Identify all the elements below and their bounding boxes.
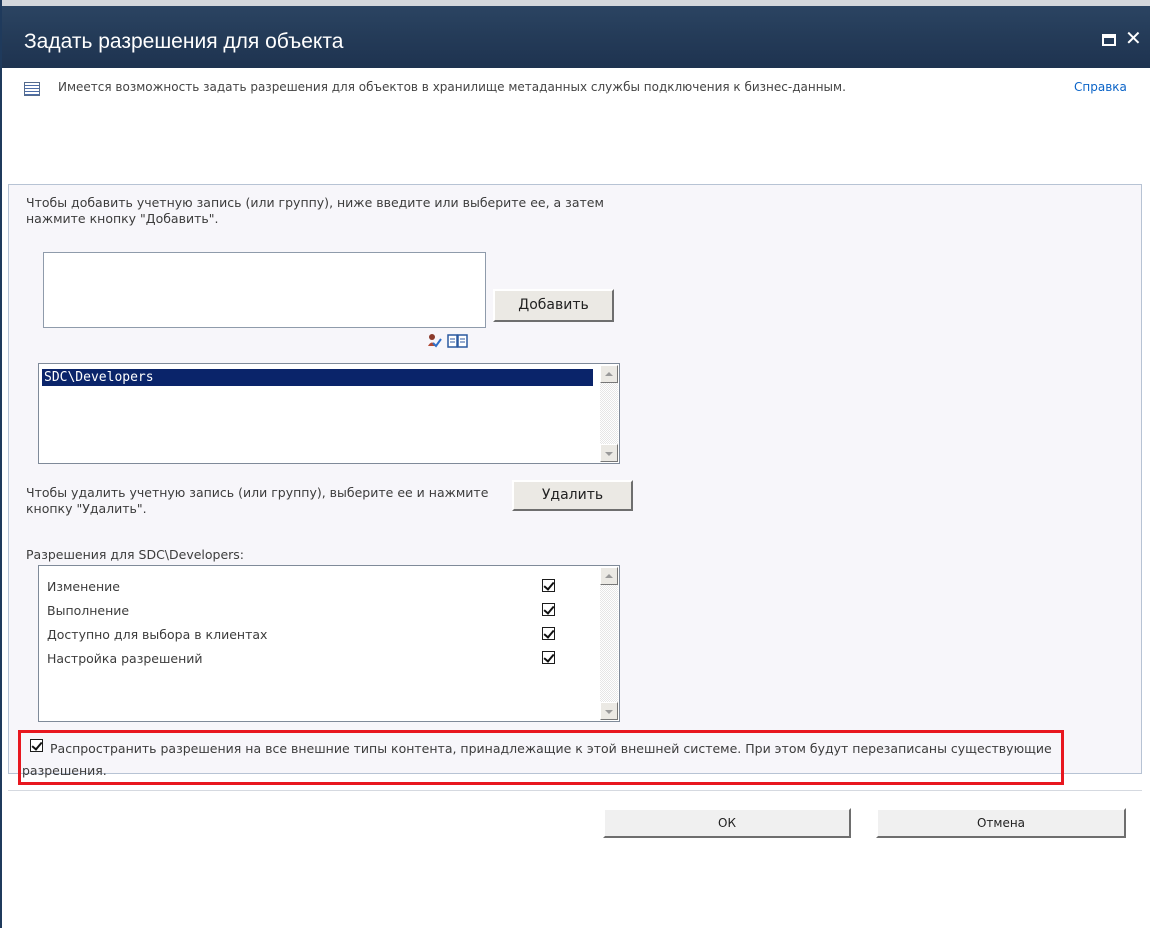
remove-button[interactable]: Удалить (512, 480, 633, 511)
permissions-heading: Разрешения для SDC\Developers: (26, 547, 245, 562)
permission-label: Изменение (47, 579, 120, 594)
maximize-icon[interactable] (1102, 34, 1116, 46)
permission-checkbox-set-permissions[interactable] (542, 651, 555, 664)
permission-checkbox-selectable[interactable] (542, 627, 555, 640)
add-instructions: Чтобы добавить учетную запись (или групп… (26, 195, 604, 226)
scroll-down-icon[interactable] (600, 702, 618, 720)
info-description: Имеется возможность задать разрешения дл… (58, 80, 846, 94)
permission-row-execute: Выполнение (47, 603, 577, 619)
help-link[interactable]: Справка (1074, 80, 1127, 94)
accounts-listbox[interactable]: SDC\Developers (38, 363, 620, 464)
permission-row-set-permissions: Настройка разрешений (47, 651, 577, 667)
permission-label: Доступно для выбора в клиентах (47, 627, 268, 642)
permissions-scrollbar[interactable] (600, 567, 618, 720)
accounts-scrollbar[interactable] (600, 365, 618, 462)
add-button[interactable]: Добавить (493, 289, 614, 322)
window-left-edge (0, 0, 2, 928)
footer-divider (8, 790, 1142, 791)
remove-instructions: Чтобы удалить учетную запись (или группу… (26, 485, 489, 516)
permission-label: Настройка разрешений (47, 651, 203, 666)
propagate-checkbox[interactable] (30, 739, 43, 752)
scroll-up-icon[interactable] (600, 365, 618, 383)
cancel-button[interactable]: Отмена (876, 808, 1126, 838)
people-picker-input[interactable] (43, 252, 486, 328)
dialog-titlebar: Задать разрешения для объекта ✕ (2, 0, 1150, 68)
permission-row-edit: Изменение (47, 579, 577, 595)
dialog-title: Задать разрешения для объекта (24, 30, 344, 53)
scroll-up-icon[interactable] (600, 567, 618, 585)
close-icon[interactable]: ✕ (1125, 26, 1142, 50)
ok-button[interactable]: ОК (603, 808, 851, 838)
permission-row-selectable: Доступно для выбора в клиентах (47, 627, 577, 643)
permissions-listbox: Изменение Выполнение Доступно для выбора… (38, 565, 620, 722)
permission-label: Выполнение (47, 603, 130, 618)
list-item[interactable]: SDC\Developers (42, 369, 593, 386)
permission-checkbox-execute[interactable] (542, 603, 555, 616)
permission-checkbox-edit[interactable] (542, 579, 555, 592)
scroll-down-icon[interactable] (600, 444, 618, 462)
address-book-icon[interactable] (447, 334, 469, 348)
list-info-icon (24, 82, 40, 96)
propagate-label: Распространить разрешения на все внешние… (22, 741, 1052, 778)
check-names-icon[interactable] (427, 333, 442, 348)
